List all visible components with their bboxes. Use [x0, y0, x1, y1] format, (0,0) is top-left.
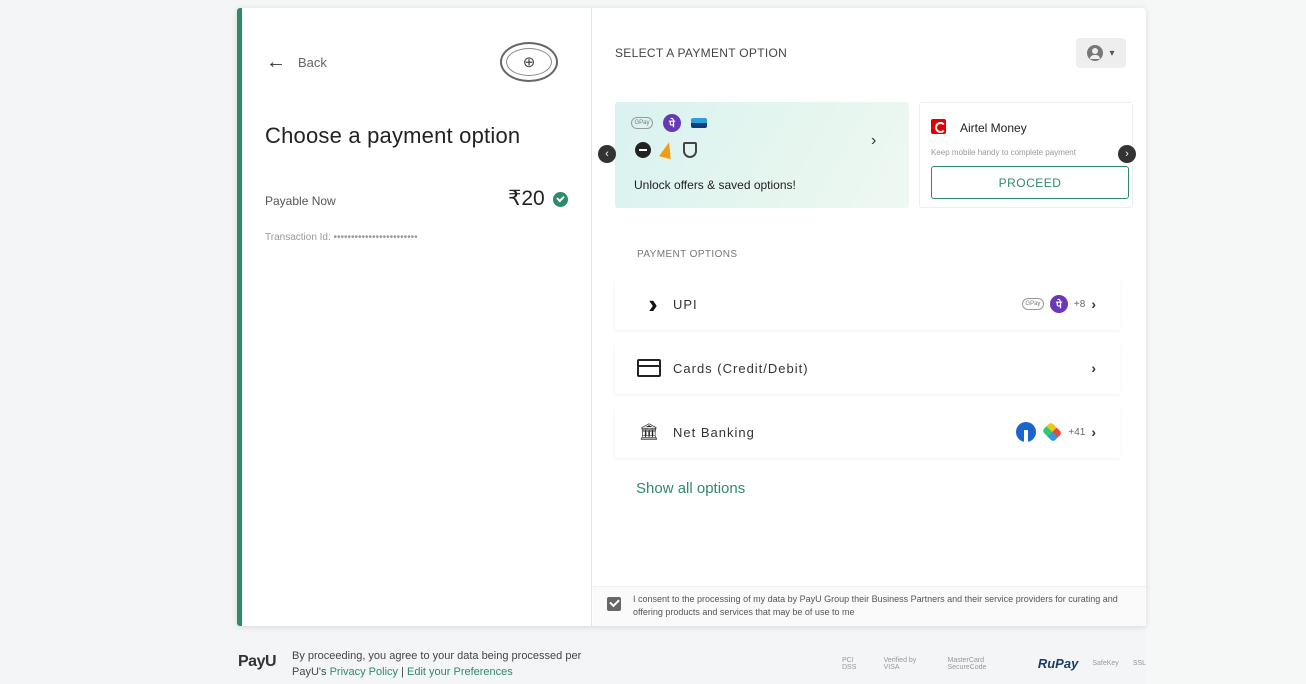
option-label: UPI	[673, 296, 698, 312]
airtel-money-card: Airtel Money Keep mobile handy to comple…	[919, 102, 1133, 208]
more-count: +8	[1073, 298, 1086, 310]
upi-icon: ››	[648, 289, 660, 319]
footer-line-2: PayU's Privacy Policy | Edit your Prefer…	[292, 664, 581, 680]
back-label: Back	[298, 54, 327, 70]
option-net-banking[interactable]: 🏛 Net Banking +41 ›	[615, 406, 1120, 458]
proceed-button[interactable]: PROCEED	[931, 166, 1129, 199]
caret-down-icon: ▾	[1109, 47, 1115, 59]
consent-checkbox[interactable]	[607, 597, 621, 611]
payment-options-header: PAYMENT OPTIONS	[637, 249, 738, 260]
chevron-right-icon: ›	[1091, 360, 1096, 376]
offer-text: Unlock offers & saved options!	[634, 178, 796, 192]
phonepe-icon: पे	[663, 114, 681, 132]
payu-logo: PayU	[238, 653, 277, 670]
bank-icon: 🏛	[638, 424, 660, 441]
select-payment-title: SELECT A PAYMENT OPTION	[615, 46, 788, 60]
back-button[interactable]: ← Back	[266, 52, 327, 72]
user-menu-button[interactable]: ▾	[1076, 38, 1126, 68]
user-icon	[1087, 45, 1104, 61]
more-count: +41	[1068, 426, 1086, 438]
payment-card: ← Back ⊕ Choose a payment option Payable…	[237, 8, 1146, 626]
phonepe-icon: पे	[1049, 295, 1068, 313]
rupay-badge: RuPay	[1037, 656, 1079, 671]
security-badges: PCI DSS Verified by VISA MasterCard Secu…	[842, 656, 1146, 671]
gpay-icon: GPay	[1021, 298, 1044, 310]
mastercard-securecode-badge: MasterCard SecureCode	[947, 656, 987, 671]
amount-details-icon[interactable]	[553, 192, 568, 207]
option-label: Net Banking	[673, 424, 755, 440]
payment-options-panel: SELECT A PAYMENT OPTION ▾ ‹ GPay पे › Un…	[593, 8, 1146, 626]
shield-icon	[683, 142, 697, 158]
carousel-next-button[interactable]: ›	[1118, 145, 1136, 163]
amazon-pay-icon	[659, 140, 675, 160]
option-upi[interactable]: ›› UPI GPay पे +8 ›	[615, 278, 1120, 330]
wallet-icon	[635, 142, 651, 158]
footer-prefix: PayU's	[292, 666, 330, 678]
ssl-badge: SSL	[1132, 660, 1147, 667]
airtel-hint: Keep mobile handy to complete payment	[931, 148, 1076, 157]
payable-label: Payable Now	[265, 194, 336, 208]
airtel-name: Airtel Money	[960, 121, 1027, 135]
footer-separator: |	[398, 666, 408, 678]
verified-by-visa-badge: Verified by VISA	[883, 656, 917, 671]
page-title: Choose a payment option	[265, 123, 521, 148]
carousel-prev-button[interactable]: ‹	[598, 145, 616, 163]
emblem-icon: ⊕	[522, 54, 536, 71]
chevron-right-icon: ›	[1091, 296, 1096, 312]
transaction-id: Transaction Id: ••••••••••••••••••••••••	[265, 232, 418, 243]
chevron-right-icon: ›	[871, 132, 877, 149]
consent-text: I consent to the processing of my data b…	[633, 594, 1118, 617]
merchant-logo: ⊕	[500, 42, 558, 82]
edit-preferences-link[interactable]: Edit your Preferences	[407, 666, 513, 678]
footer: PayU By proceeding, you agree to your da…	[238, 648, 1146, 682]
order-summary-panel: ← Back ⊕ Choose a payment option Payable…	[242, 8, 592, 626]
option-cards[interactable]: Cards (Credit/Debit) ›	[615, 342, 1120, 394]
consent-bar: I consent to the processing of my data b…	[593, 586, 1146, 626]
privacy-policy-link[interactable]: Privacy Policy	[330, 666, 398, 678]
gpay-icon: GPay	[631, 117, 653, 129]
sbi-bank-icon	[1016, 422, 1037, 442]
pci-dss-badge: PCI DSS	[842, 656, 857, 671]
paytm-icon	[691, 118, 707, 128]
arrow-left-icon: ←	[266, 51, 286, 73]
airtel-logo-icon	[931, 119, 946, 134]
option-label: Cards (Credit/Debit)	[673, 360, 809, 376]
footer-line-1: By proceeding, you agree to your data be…	[292, 650, 582, 662]
credit-card-icon	[636, 356, 662, 380]
background-panel	[1146, 0, 1306, 684]
unlock-offers-card[interactable]: GPay पे › Unlock offers & saved options!	[615, 102, 909, 208]
payable-amount: ₹20	[508, 187, 545, 210]
safekey-badge: SafeKey	[1092, 660, 1119, 667]
chevron-right-icon: ›	[1091, 424, 1096, 440]
bank-logo-icon	[1042, 421, 1063, 443]
footer-text: By proceeding, you agree to your data be…	[292, 648, 581, 680]
show-all-options-link[interactable]: Show all options	[636, 480, 745, 497]
